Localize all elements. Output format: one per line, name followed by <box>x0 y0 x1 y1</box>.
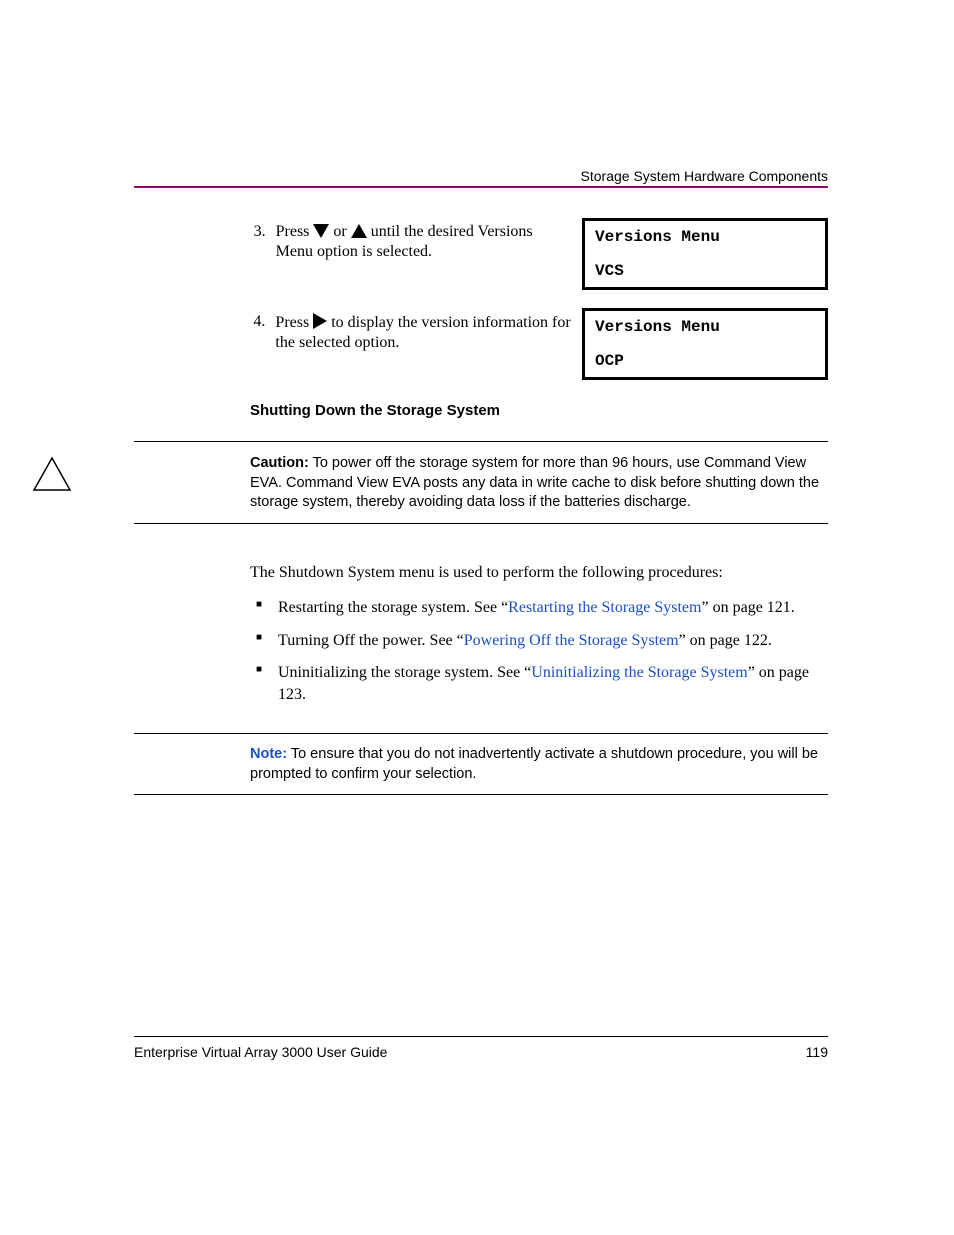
step-number: 3. <box>250 223 266 241</box>
list-text: ” on page 121. <box>701 599 794 616</box>
caution-callout: Caution: To power off the storage system… <box>134 441 828 524</box>
note-label: Note: <box>250 746 287 762</box>
step-number: 4. <box>250 313 265 331</box>
step-text-fragment: Press <box>276 223 314 240</box>
step-text-fragment: or <box>333 223 350 240</box>
lcd-line: OCP <box>595 353 815 369</box>
right-triangle-icon <box>313 313 327 334</box>
lcd-line: Versions Menu <box>595 229 815 245</box>
footer-page-number: 119 <box>806 1044 828 1060</box>
body-paragraph: The Shutdown System menu is used to perf… <box>250 562 828 584</box>
procedure-step: 4. Press to display the version informat… <box>250 308 828 380</box>
cross-reference-link[interactable]: Uninitializing the Storage System <box>531 664 747 681</box>
running-header: Storage System Hardware Components <box>581 168 828 184</box>
lcd-display: Versions Menu VCS <box>582 218 828 290</box>
lcd-display: Versions Menu OCP <box>582 308 828 380</box>
list-item: Turning Off the power. See “Powering Off… <box>250 630 828 652</box>
note-body: To ensure that you do not inadvertently … <box>250 746 818 782</box>
up-triangle-icon <box>351 224 367 243</box>
caution-label: Caution: <box>250 455 309 471</box>
lcd-line: VCS <box>595 263 815 279</box>
section-heading: Shutting Down the Storage System <box>134 402 828 419</box>
list-text: ” on page 122. <box>679 632 772 649</box>
bullet-list: Restarting the storage system. See “Rest… <box>250 597 828 707</box>
list-text: Turning Off the power. See “ <box>278 632 464 649</box>
footer-doc-title: Enterprise Virtual Array 3000 User Guide <box>134 1044 387 1060</box>
procedure-step: 3. Press or until the desired Versions M… <box>250 218 828 290</box>
cross-reference-link[interactable]: Restarting the Storage System <box>508 599 701 616</box>
note-callout: Note: To ensure that you do not inadvert… <box>134 733 828 796</box>
lcd-line: Versions Menu <box>595 319 815 335</box>
header-divider <box>134 186 828 188</box>
caution-icon <box>32 456 72 499</box>
caution-body: To power off the storage system for more… <box>250 455 819 510</box>
list-item: Uninitializing the storage system. See “… <box>250 662 828 707</box>
list-text: Restarting the storage system. See “ <box>278 599 508 616</box>
footer-divider <box>134 1036 828 1037</box>
down-triangle-icon <box>313 224 329 243</box>
cross-reference-link[interactable]: Powering Off the Storage System <box>464 632 679 649</box>
step-text-fragment: Press <box>275 314 313 331</box>
list-text: Uninitializing the storage system. See “ <box>278 664 531 681</box>
list-item: Restarting the storage system. See “Rest… <box>250 597 828 619</box>
